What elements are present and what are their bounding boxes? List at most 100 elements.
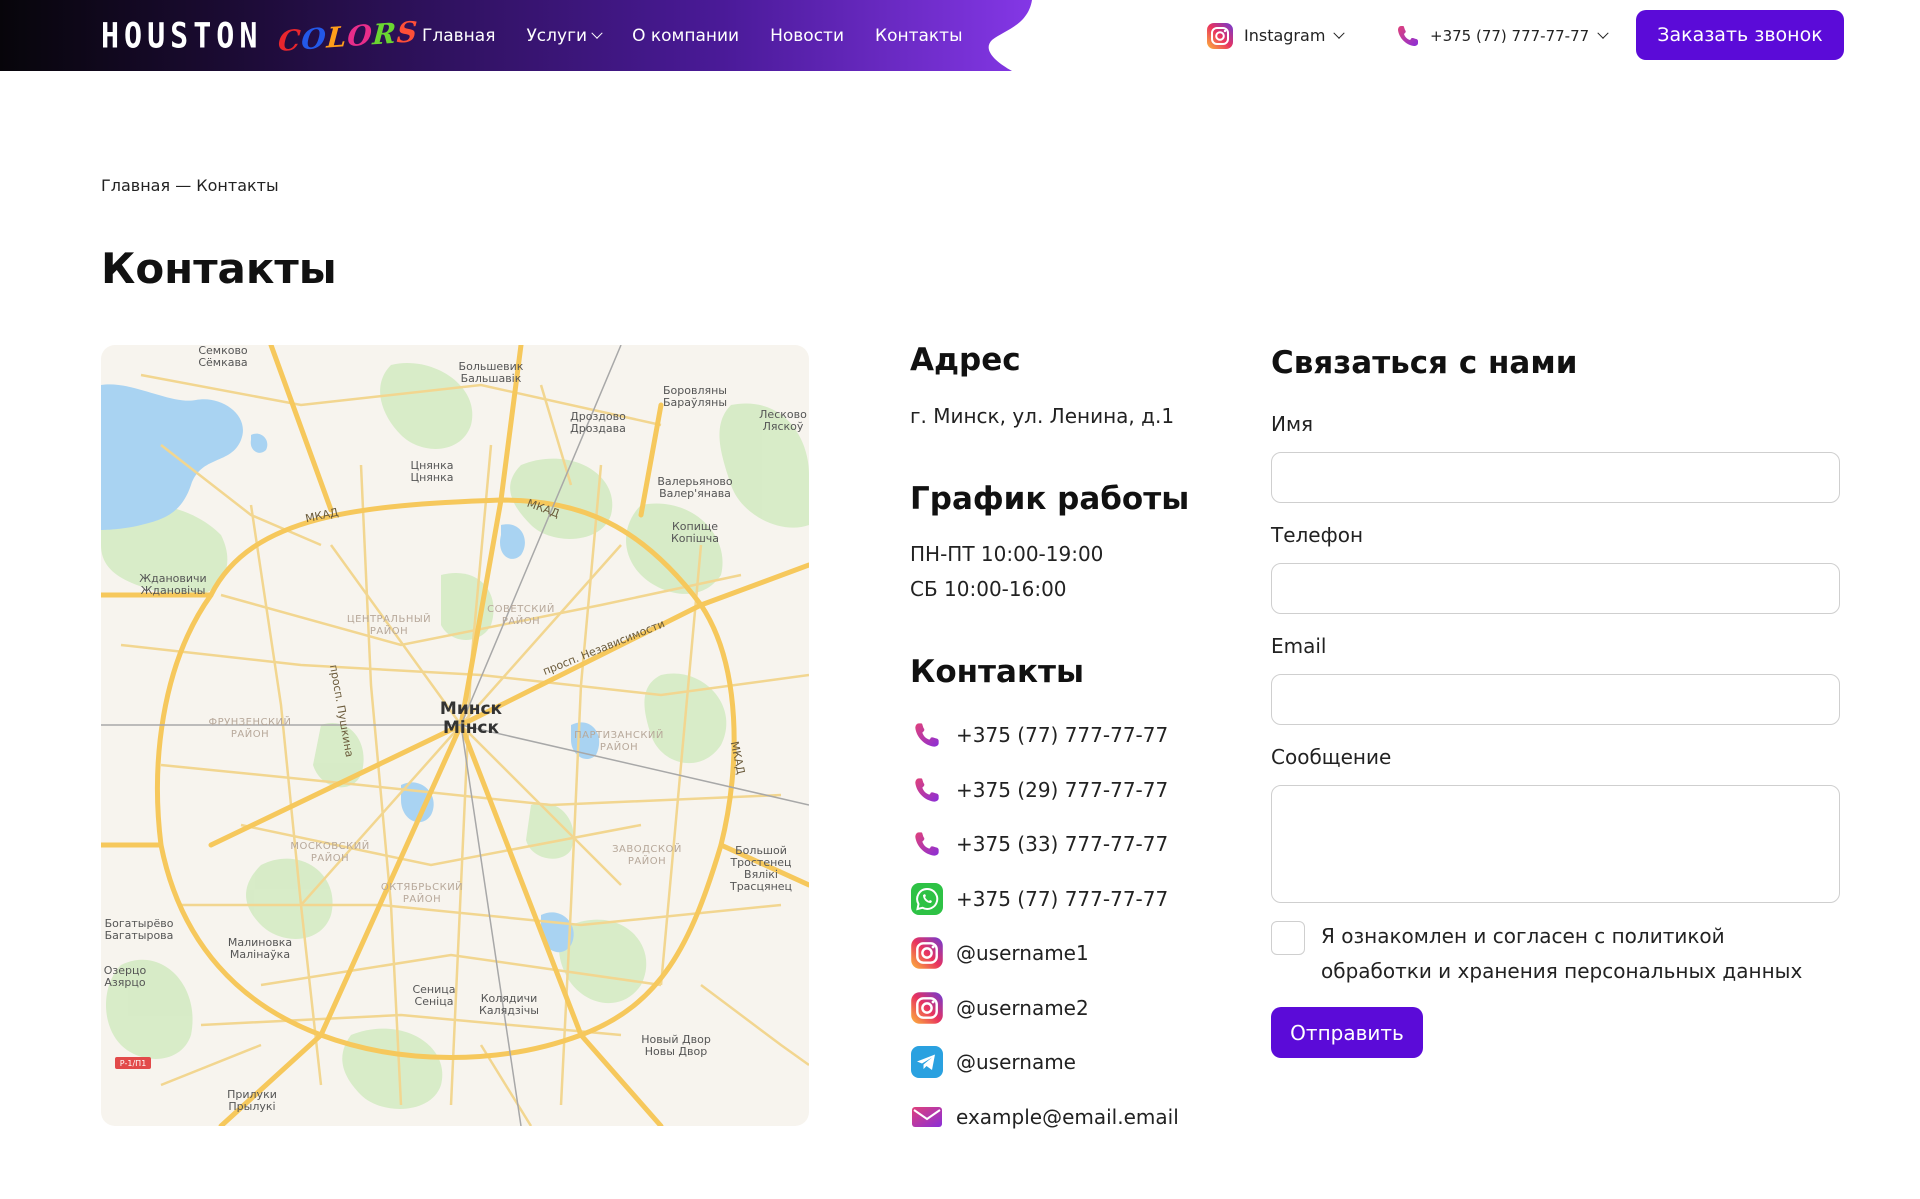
map-place-label: Семково Сёмкава [198, 345, 248, 369]
consent-checkbox[interactable] [1271, 921, 1305, 955]
map-place-label: Боровляны Бараўляны [662, 384, 728, 409]
contact-text: +375 (33) 777-77-77 [956, 832, 1169, 857]
map-place-label: Валерьяново Валер'янава [657, 475, 733, 500]
map-place-label: Сеница Сеніца [412, 983, 456, 1008]
nav-item-home[interactable]: Главная [422, 26, 495, 46]
nav-label: Главная [422, 25, 496, 46]
site-header: HOUSTON COLORS Главная Услуги О компании… [0, 0, 1920, 71]
nav-item-about[interactable]: О компании [632, 26, 739, 46]
contact-instagram-2[interactable]: @username2 [910, 981, 1179, 1036]
phone-label: Телефон [1271, 523, 1364, 547]
logo-letter: S [396, 14, 420, 50]
map-place-label: Большевик Бальшавік [458, 360, 524, 385]
address-heading: Адрес [910, 342, 1021, 378]
chevron-down-icon [1597, 27, 1609, 39]
nav-item-services[interactable]: Услуги [526, 25, 603, 46]
nav-label: Новости [770, 25, 844, 46]
contacts-list: +375 (77) 777-77-77 +375 (29) 777-77-77 … [910, 708, 1179, 1144]
map-district-label: МОСКОВСКИЙ РАЙОН [290, 841, 370, 864]
schedule-weekdays: ПН-ПТ 10:00-19:00 [910, 542, 1104, 566]
svg-text:Р-1/П1: Р-1/П1 [120, 1059, 147, 1068]
map-place-label: Лесково Ляскоў [759, 408, 807, 433]
map-place-label: Ждановичи Ждановічы [139, 572, 207, 597]
logo-letter: R [371, 15, 399, 51]
logo-colors-wordmark: COLORS [277, 14, 419, 57]
name-input[interactable] [1271, 452, 1840, 503]
map-district-label: ЦЕНТРАЛЬНЫЙ РАЙОН [346, 614, 432, 637]
map-place-label: Колядичи Калядзічы [479, 992, 539, 1017]
submit-button[interactable]: Отправить [1271, 1007, 1423, 1058]
schedule-saturday: СБ 10:00-16:00 [910, 577, 1067, 601]
contact-text: +375 (77) 777-77-77 [956, 723, 1169, 748]
map-place-label: Озерцо Азярцо [103, 964, 147, 989]
contact-telegram[interactable]: @username [910, 1035, 1179, 1090]
nav-item-contacts[interactable]: Контакты [875, 26, 963, 46]
whatsapp-icon [910, 882, 944, 916]
contact-text: @username1 [956, 941, 1089, 966]
message-textarea[interactable] [1271, 785, 1840, 903]
main-nav: Главная Услуги О компании Новости Контак… [422, 0, 963, 71]
map-place-label: Дроздово Дроздава [570, 410, 626, 435]
contacts-heading: Контакты [910, 654, 1084, 690]
name-label: Имя [1271, 412, 1314, 436]
map-place-label: Большой Тростенец Вялікі Трасцянец [729, 844, 793, 893]
logo-letter: O [346, 17, 375, 53]
contact-phone-3[interactable]: +375 (33) 777-77-77 [910, 817, 1179, 872]
consent-text: Я ознакомлен и согласен с политикой обра… [1321, 924, 1803, 983]
instagram-icon [910, 936, 944, 970]
phone-icon [910, 718, 944, 752]
request-callback-button[interactable]: Заказать звонок [1636, 10, 1844, 60]
instagram-icon [1207, 22, 1233, 49]
instagram-label: Instagram [1244, 26, 1326, 45]
telegram-icon [910, 1045, 944, 1079]
instagram-dropdown[interactable]: Instagram [1206, 0, 1346, 71]
address-text: г. Минск, ул. Ленина, д.1 [910, 404, 1175, 428]
nav-label: Услуги [526, 25, 588, 46]
contact-phone-1[interactable]: +375 (77) 777-77-77 [910, 708, 1179, 763]
contact-text: @username2 [956, 995, 1089, 1020]
email-label: Email [1271, 634, 1327, 658]
map-district-label: ЗАВОДСКОЙ РАЙОН [612, 844, 682, 867]
phone-icon [1398, 25, 1418, 46]
contact-text: +375 (77) 777-77-77 [956, 886, 1169, 911]
map-place-label: Богатырёво Багатырова [104, 917, 174, 942]
map-district-label: ПАРТИЗАНСКИЙ РАЙОН [574, 730, 664, 753]
logo-wordmark: HOUSTON [101, 15, 263, 57]
map-place-label: Малиновка Малінаўка [227, 936, 293, 961]
instagram-icon [910, 991, 944, 1025]
map-district-label: ФРУНЗЕНСКИЙ РАЙОН [208, 717, 292, 740]
map-place-label: Цнянка Цнянка [410, 459, 454, 484]
mail-icon [910, 1100, 944, 1134]
map-place-label: Новый Двор Новы Двор [641, 1033, 711, 1058]
schedule-heading: График работы [910, 481, 1190, 517]
location-map[interactable]: Р-1/П1 Семково Сёмкава Большевик Бальшавік Б… [101, 345, 809, 1126]
contact-whatsapp[interactable]: +375 (77) 777-77-77 [910, 872, 1179, 927]
nav-label: О компании [632, 25, 740, 46]
chevron-down-icon [591, 27, 603, 39]
contact-instagram-1[interactable]: @username1 [910, 926, 1179, 981]
map-city-label: Минск Мінск [439, 699, 503, 738]
contact-email[interactable]: example@email.email [910, 1090, 1179, 1145]
message-label: Сообщение [1271, 745, 1392, 769]
phone-label: +375 (77) 777-77-77 [1430, 26, 1590, 45]
breadcrumb[interactable]: Главная — Контакты [101, 176, 279, 195]
chevron-down-icon [1333, 27, 1346, 39]
contact-text: example@email.email [956, 1104, 1179, 1129]
map-place-label: Прилуки Прылукі [227, 1088, 277, 1113]
form-title: Связаться с нами [1271, 345, 1578, 381]
contact-text: @username [956, 1050, 1076, 1075]
logo-letter: O [300, 20, 329, 56]
nav-item-news[interactable]: Новости [770, 26, 844, 46]
map-district-label: СОВЕТСКИЙ РАЙОН [487, 604, 555, 627]
phone-dropdown[interactable]: +375 (77) 777-77-77 [1396, 0, 1609, 71]
phone-input[interactable] [1271, 563, 1840, 614]
phone-icon [910, 827, 944, 861]
email-input[interactable] [1271, 674, 1840, 725]
phone-icon [910, 773, 944, 807]
contact-phone-2[interactable]: +375 (29) 777-77-77 [910, 763, 1179, 818]
site-logo[interactable]: HOUSTON COLORS [101, 14, 420, 57]
map-place-label: Копище Копішча [670, 520, 720, 545]
contact-text: +375 (29) 777-77-77 [956, 777, 1169, 802]
map-district-label: ОКТЯБРЬСКИЙ РАЙОН [380, 882, 464, 905]
nav-label: Контакты [875, 25, 963, 46]
